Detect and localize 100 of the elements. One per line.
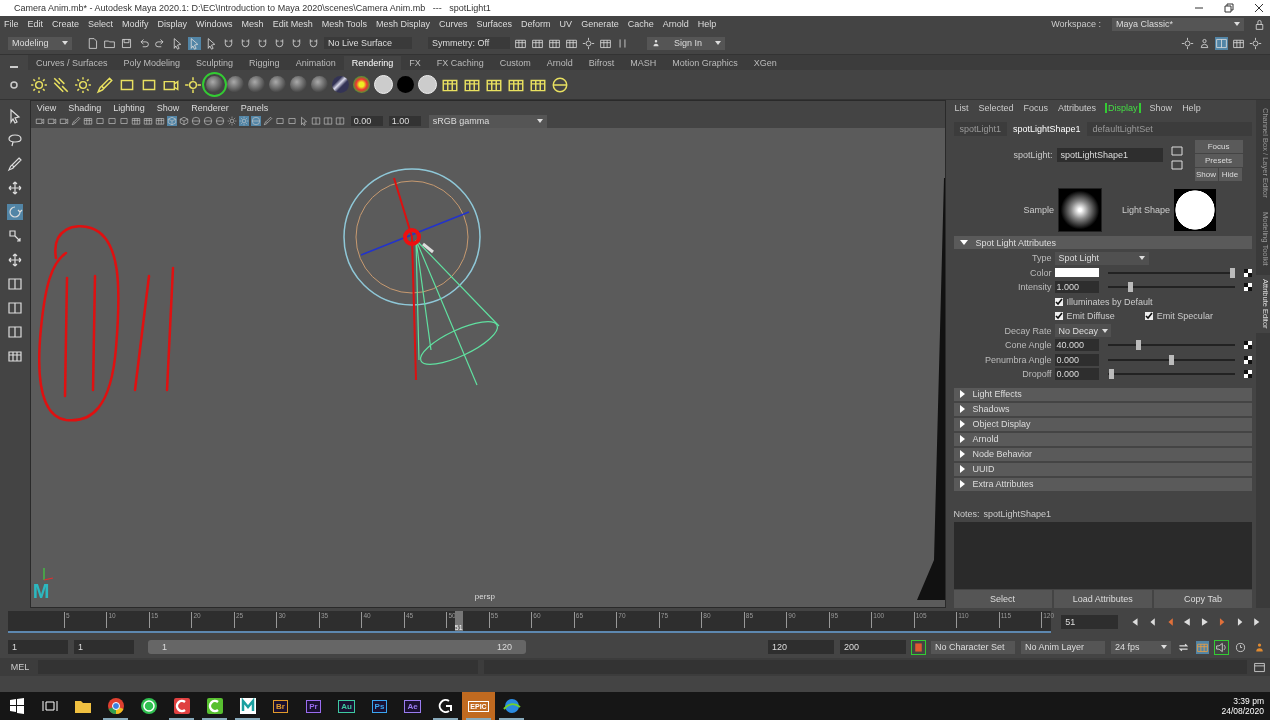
attribute-field[interactable]: 0.000	[1054, 353, 1099, 366]
grid-icon[interactable]	[154, 116, 165, 126]
command-language-label[interactable]: MEL	[8, 662, 32, 672]
brush-icon[interactable]	[262, 116, 273, 126]
panel-button[interactable]: Load Attributes	[1053, 590, 1152, 608]
sun-icon[interactable]	[238, 116, 249, 126]
hide-button[interactable]: Hide	[1218, 168, 1242, 181]
menu-item[interactable]: Attributes	[1057, 103, 1098, 113]
globe-icon[interactable]	[502, 697, 521, 715]
app-icon[interactable]: Au	[338, 699, 355, 713]
app-icon[interactable]: Ps	[371, 699, 388, 713]
sphere-icon[interactable]	[269, 76, 286, 93]
playback-end-field[interactable]: 120	[768, 640, 834, 654]
show-button[interactable]: Show	[1194, 168, 1218, 181]
viewport-menu[interactable]: Shading	[68, 102, 102, 113]
section-header[interactable]: Arnold	[953, 432, 1253, 446]
restore-icon[interactable]	[1224, 3, 1234, 13]
shelf-tab[interactable]: Bifrost	[580, 55, 623, 70]
tag-icon[interactable]	[1170, 160, 1183, 170]
timer-icon[interactable]	[1234, 640, 1247, 654]
mode-dropdown[interactable]: Modeling	[8, 36, 72, 50]
section-header[interactable]: Shadows	[953, 402, 1253, 416]
node-tab[interactable]: spotLight1	[953, 122, 1008, 136]
node-tab[interactable]: spotLightShape1	[1007, 122, 1087, 136]
close-icon[interactable]	[1254, 3, 1264, 13]
cube-icon[interactable]	[178, 116, 189, 126]
camera-icon[interactable]	[46, 116, 57, 126]
menu-item[interactable]: List	[953, 103, 970, 113]
start-frame-field[interactable]: 1	[8, 640, 68, 654]
end-frame-field[interactable]: 200	[840, 640, 906, 654]
menu-item[interactable]: Display	[157, 19, 188, 29]
color-swatch[interactable]	[1054, 268, 1099, 278]
layout-icon[interactable]	[310, 116, 321, 126]
section-header[interactable]: Node Behavior	[953, 447, 1253, 461]
target-icon[interactable]	[551, 75, 569, 94]
menu-item[interactable]: Mesh Display	[376, 19, 431, 29]
light-icon[interactable]	[30, 75, 48, 94]
grid-icon[interactable]	[130, 116, 141, 126]
sphere-icon[interactable]	[248, 76, 265, 93]
flat-sphere-icon[interactable]	[418, 75, 437, 94]
notes-field[interactable]	[953, 521, 1253, 589]
gradient-sphere-icon[interactable]	[353, 76, 370, 93]
layout-icon[interactable]	[6, 276, 23, 292]
grid-icon[interactable]	[82, 116, 93, 126]
character-set-dropdown[interactable]: No Character Set	[931, 640, 1015, 654]
striped-sphere-icon[interactable]	[332, 76, 349, 93]
attribute-dropdown[interactable]: No Decay	[1054, 324, 1111, 338]
sound-icon[interactable]	[1215, 640, 1228, 654]
sun-icon[interactable]	[226, 116, 237, 126]
g-logo-icon[interactable]	[437, 698, 454, 714]
shelf-tab[interactable]: Rigging	[241, 55, 288, 70]
current-frame-field[interactable]: 51	[1061, 615, 1119, 629]
menu-item[interactable]: Generate	[581, 19, 619, 29]
attribute-dropdown[interactable]: Spot Light	[1054, 251, 1149, 265]
layout-icon[interactable]	[6, 324, 23, 340]
viewport-menu[interactable]: Panels	[240, 102, 269, 113]
slider-thumb[interactable]	[1108, 369, 1114, 380]
live-surface-field[interactable]: No Live Surface	[324, 37, 412, 49]
brush-icon[interactable]	[70, 116, 81, 126]
checkbox[interactable]	[1144, 312, 1153, 321]
select-icon[interactable]	[205, 36, 218, 50]
rotate-icon[interactable]	[6, 204, 23, 220]
menu-item[interactable]: Windows	[196, 19, 233, 29]
menu-item[interactable]: Select	[88, 19, 114, 29]
layout-icon[interactable]	[322, 116, 333, 126]
section-header[interactable]: Light Effects	[953, 387, 1253, 401]
light-icon[interactable]	[74, 75, 92, 94]
playback-start-field[interactable]: 1	[74, 640, 134, 654]
slider-thumb[interactable]	[1128, 282, 1134, 293]
sphere-icon[interactable]	[206, 76, 223, 93]
sphere-icon[interactable]	[250, 116, 261, 126]
shelf-tab[interactable]: Motion Graphics	[664, 55, 746, 70]
scale-icon[interactable]	[6, 228, 23, 244]
square-icon[interactable]	[286, 116, 297, 126]
checkbox[interactable]	[1054, 297, 1063, 306]
anim-layer-dropdown[interactable]: No Anim Layer	[1021, 640, 1105, 654]
square-icon[interactable]	[118, 116, 129, 126]
square-icon[interactable]	[94, 116, 105, 126]
shelf-tab[interactable]: Curves / Surfaces	[28, 55, 116, 70]
menu-item[interactable]: Curves	[439, 19, 468, 29]
menu-item[interactable]: Arnold	[662, 19, 689, 29]
workspace-dropdown[interactable]: Maya Classic*	[1112, 17, 1244, 31]
viewport-menu[interactable]: Show	[156, 102, 180, 113]
chat-bubble-icon[interactable]	[139, 697, 158, 715]
sphere-icon[interactable]	[311, 76, 328, 93]
magnet-icon[interactable]	[222, 36, 235, 50]
task-view-icon[interactable]	[41, 698, 58, 714]
menu-item[interactable]: Deform	[521, 19, 551, 29]
symmetry-dropdown[interactable]: Symmetry: Off	[428, 37, 510, 49]
app-icon[interactable]: Ae	[404, 699, 421, 713]
square-icon[interactable]	[106, 116, 117, 126]
maya-app-icon[interactable]	[238, 697, 257, 715]
menu-item[interactable]: Surfaces	[476, 19, 513, 29]
pause-icon[interactable]	[616, 36, 629, 50]
move-icon[interactable]	[6, 180, 23, 196]
browser-icon[interactable]	[106, 697, 125, 715]
windows-logo-icon[interactable]	[8, 698, 25, 714]
checkbox[interactable]	[1054, 312, 1063, 321]
save-icon[interactable]	[120, 36, 133, 50]
section-header[interactable]: Object Display	[953, 417, 1253, 431]
